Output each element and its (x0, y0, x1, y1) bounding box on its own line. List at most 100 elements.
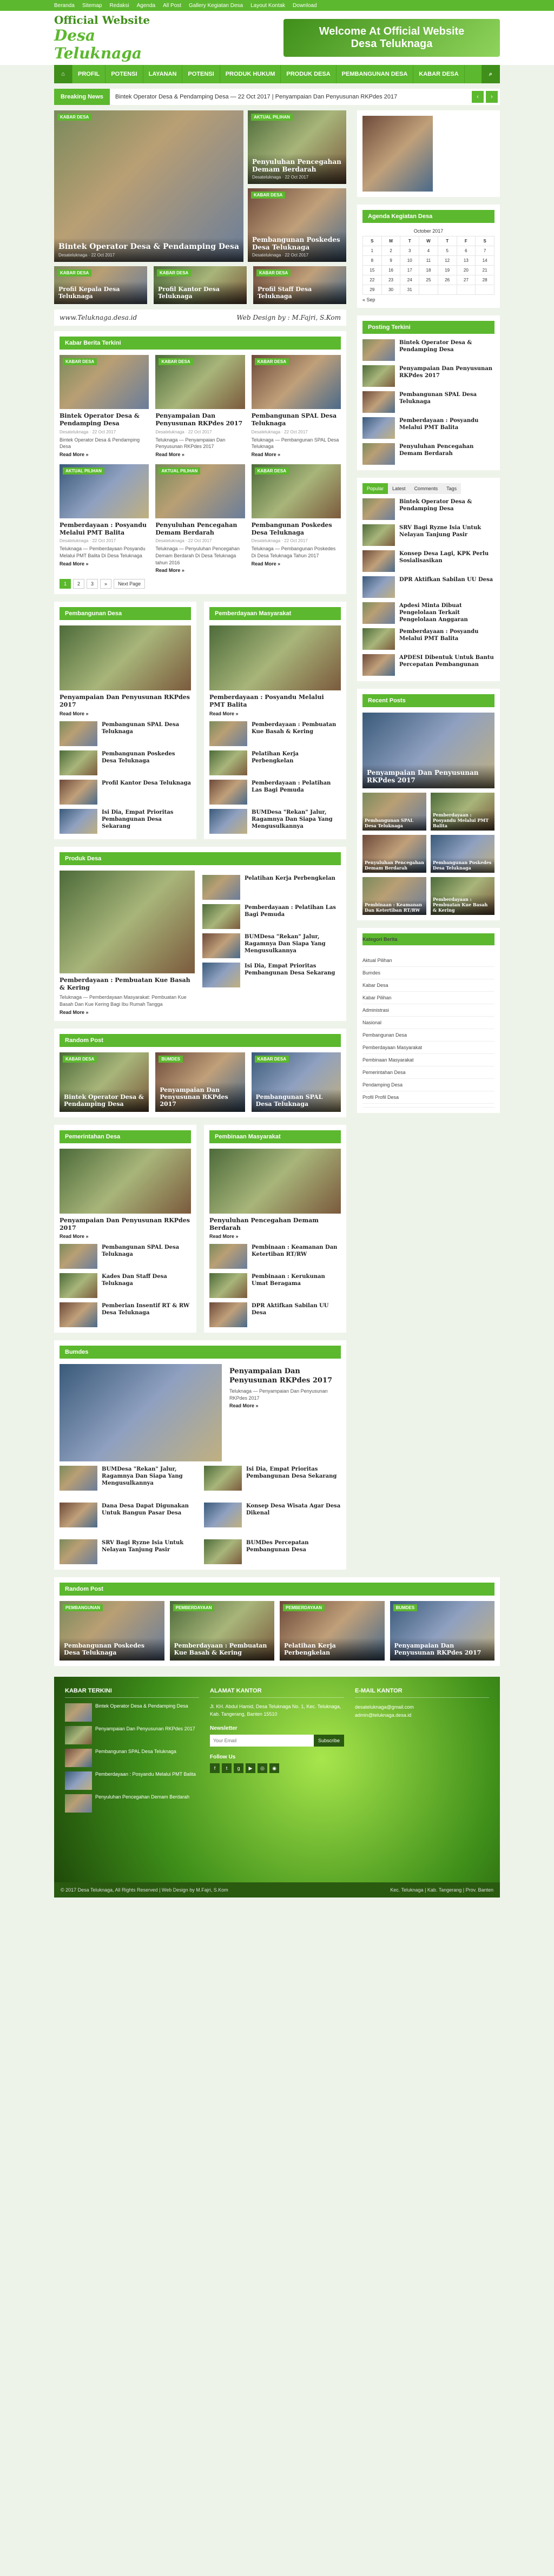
list-item[interactable]: Apdesi Minta Dibuat Pengelolaan Terkait … (362, 602, 494, 624)
calendar-day[interactable]: 24 (400, 275, 420, 285)
calendar-day[interactable]: 20 (456, 265, 476, 275)
nav-item[interactable]: POTENSI (105, 65, 143, 83)
title[interactable]: Pembangunan SPAL Desa Teluknaga (256, 1093, 337, 1108)
section-main-title[interactable]: Pemberdayaan : Posyandu Melalui PMT Bali… (209, 694, 341, 709)
article-thumb[interactable]: KABAR DESA (251, 355, 341, 409)
article-title[interactable]: Penyuluhan Pencegahan Demam Berdarah (155, 522, 245, 537)
category-link[interactable]: Bumdes (362, 967, 494, 979)
home-icon[interactable]: ⌂ (54, 65, 72, 83)
section-main-title[interactable]: Penyuluhan Pencegahan Demam Berdarah (209, 1217, 341, 1233)
list-title[interactable]: Pembangunan SPAL Desa Teluknaga (399, 391, 494, 413)
calendar-day[interactable]: 23 (381, 275, 401, 285)
list-item[interactable]: Konsep Desa Lagi, KPK Perlu Sosialisasik… (362, 550, 494, 572)
read-more-link[interactable]: Read More » (155, 568, 184, 573)
title[interactable]: Pemberdayaan : Pembuatan Kue Basah & Ker… (433, 897, 492, 913)
calendar-day[interactable]: 5 (437, 246, 457, 256)
read-more-link[interactable]: Read More » (60, 1234, 89, 1239)
category-link[interactable]: Aktual Pilihan (362, 954, 494, 967)
category-link[interactable]: Pembinaan Masyarakat (362, 1054, 494, 1066)
footer-item-title[interactable]: Pembangunan SPAL Desa Teluknaga (95, 1749, 176, 1767)
calendar-day[interactable]: 1 (362, 246, 382, 256)
section-main-title[interactable]: Penyampaian Dan Penyusunan RKPdes 2017 (60, 1217, 191, 1233)
calendar-day[interactable]: 11 (419, 255, 438, 266)
list-item[interactable]: BUMDesa "Rekan" Jalur, Ragamnya Dan Siap… (60, 1466, 196, 1491)
list-title[interactable]: Penyuluhan Pencegahan Demam Berdarah (399, 443, 494, 465)
calendar-day[interactable]: 8 (362, 255, 382, 266)
post-thumb[interactable]: BUMDES Penyampaian Dan Penyusunan RKPdes … (155, 1052, 245, 1112)
calendar-day[interactable] (437, 285, 457, 295)
page-link[interactable]: Next Page (114, 579, 146, 589)
list-title[interactable]: Pembangunan SPAL Desa Teluknaga (102, 721, 191, 746)
list-item[interactable]: Konsep Desa Wisata Agar Desa Dikenal (204, 1503, 341, 1528)
list-item[interactable]: Pembinaan : Kerukunan Umat Beragama (209, 1273, 341, 1299)
title[interactable]: Penyampaian Dan Penyusunan RKPdes 2017 (394, 1642, 491, 1656)
top-link[interactable]: All Post (163, 3, 181, 9)
calendar-day[interactable]: 2 (381, 246, 401, 256)
calendar-day[interactable]: 16 (381, 265, 401, 275)
post-thumb[interactable]: PEMBANGUNAN Pembangunan Poskedes Desa Tel… (60, 1601, 164, 1661)
read-more-link[interactable]: Read More » (252, 452, 281, 457)
calendar-day[interactable]: 6 (456, 246, 476, 256)
prev-arrow-icon[interactable]: ‹ (472, 91, 484, 103)
nav-item[interactable]: PROFIL (72, 65, 106, 83)
list-item[interactable]: Pelatihan Kerja Perbengkelan (202, 874, 341, 900)
calendar-day[interactable]: 26 (437, 275, 457, 285)
footer-item-title[interactable]: Pemberdayaan : Posyandu Melalui PMT Bali… (95, 1771, 196, 1790)
top-link[interactable]: Sitemap (82, 3, 102, 9)
title[interactable]: Pembangunan Poskedes Desa Teluknaga (252, 236, 342, 251)
produk-title[interactable]: Pemberdayaan : Pembuatan Kue Basah & Ker… (60, 977, 195, 992)
hero-title[interactable]: Bintek Operator Desa & Pendamping Desa (58, 242, 239, 251)
list-item[interactable]: APDESI Dibentuk Untuk Bantu Percepatan P… (362, 654, 494, 676)
list-title[interactable]: Apdesi Minta Dibuat Pengelolaan Terkait … (399, 602, 494, 624)
list-title[interactable]: Dana Desa Dapat Digunakan Untuk Bangun P… (102, 1503, 196, 1527)
page-link[interactable]: 1 (60, 579, 71, 589)
list-title[interactable]: Pembangunan SPAL Desa Teluknaga (102, 1244, 191, 1269)
footer-item-title[interactable]: Penyampaian Dan Penyusunan RKPdes 2017 (95, 1726, 195, 1744)
post-thumb[interactable]: KABAR DESA Profil Kepala Desa Teluknaga (54, 266, 147, 304)
list-item[interactable]: Pembangunan SPAL Desa Teluknaga (60, 721, 191, 746)
list-title[interactable]: Pemberdayaan : Posyandu Melalui PMT Bali… (399, 628, 494, 650)
title[interactable]: Pembangunan Poskedes Desa Teluknaga (433, 860, 492, 871)
list-item[interactable]: Isi Dia, Empat Prioritas Pembangunan Des… (204, 1466, 341, 1491)
article-title[interactable]: Pembangunan Poskedes Desa Teluknaga (252, 522, 341, 537)
list-item[interactable]: DPR Aktifkan Sabilan UU Desa (209, 1302, 341, 1328)
list-title[interactable]: Pemberian Insentif RT & RW Desa Teluknag… (102, 1302, 191, 1327)
read-more-link[interactable]: Read More » (252, 561, 281, 566)
list-item[interactable]: Pemberdayaan : Pelatihan Las Bagi Pemuda (202, 904, 341, 929)
rss-icon[interactable]: ◉ (269, 1763, 279, 1774)
read-more-link[interactable]: Read More » (60, 1010, 89, 1015)
title[interactable]: Pembinaan : Keamanan Dan Ketertiban RT/R… (365, 902, 424, 913)
title[interactable]: Profil Kepala Desa Teluknaga (58, 286, 143, 300)
site-logo[interactable]: Official Website Desa Teluknaga (54, 14, 173, 62)
top-link[interactable]: Redaksi (110, 3, 129, 9)
list-item[interactable]: Penyuluhan Pencegahan Demam Berdarah (362, 443, 494, 465)
recent-main[interactable]: Penyampaian Dan Penyusunan RKPdes 2017 (362, 713, 494, 788)
nav-item[interactable]: POTENSI (182, 65, 220, 83)
post-thumb[interactable]: BUMDES Penyampaian Dan Penyusunan RKPdes … (390, 1601, 494, 1661)
calendar-day[interactable]: 19 (437, 265, 457, 275)
page-link[interactable]: » (100, 579, 112, 589)
instagram-icon[interactable]: ◎ (258, 1763, 267, 1774)
section-main-title[interactable]: Penyampaian Dan Penyusunan RKPdes 2017 (60, 694, 191, 709)
post-thumb[interactable]: KABAR DESA Profil Kantor Desa Teluknaga (154, 266, 247, 304)
top-link[interactable]: Layout Kontak (250, 3, 285, 9)
calendar-day[interactable]: 28 (475, 275, 494, 285)
list-title[interactable]: BUMDesa "Rekan" Jalur, Ragamnya Dan Siap… (102, 1466, 196, 1491)
recent-thumb[interactable]: Pemberdayaan : Pembuatan Kue Basah & Ker… (431, 877, 494, 915)
title[interactable]: Penyuluhan Pencegahan Demam Berdarah (365, 860, 424, 871)
tab[interactable]: Latest (388, 483, 410, 494)
calendar-day[interactable]: 15 (362, 265, 382, 275)
category-link[interactable]: Nasional (362, 1017, 494, 1029)
list-title[interactable]: DPR Aktifkan Sabilan UU Desa (252, 1302, 341, 1327)
hero-main[interactable]: KABAR DESA Bintek Operator Desa & Pendam… (54, 110, 243, 262)
list-item[interactable]: Dana Desa Dapat Digunakan Untuk Bangun P… (60, 1503, 196, 1528)
recent-thumb[interactable]: Pemberdayaan : Posyandu Melalui PMT Bali… (431, 793, 494, 831)
article-title[interactable]: Pemberdayaan : Posyandu Melalui PMT Bali… (60, 522, 149, 537)
footer-item-title[interactable]: Penyuluhan Pencegahan Demam Berdarah (95, 1794, 189, 1813)
list-item[interactable]: Penyampaian Dan Penyusunan RKPdes 2017 (362, 365, 494, 387)
calendar-day[interactable]: 18 (419, 265, 438, 275)
title[interactable]: Penyuluhan Pencegahan Demam Berdarah (252, 158, 342, 173)
list-title[interactable]: Isi Dia, Empat Prioritas Pembangunan Des… (246, 1466, 341, 1491)
calendar-day[interactable]: 31 (400, 285, 420, 295)
calendar-day[interactable]: 10 (400, 255, 420, 266)
